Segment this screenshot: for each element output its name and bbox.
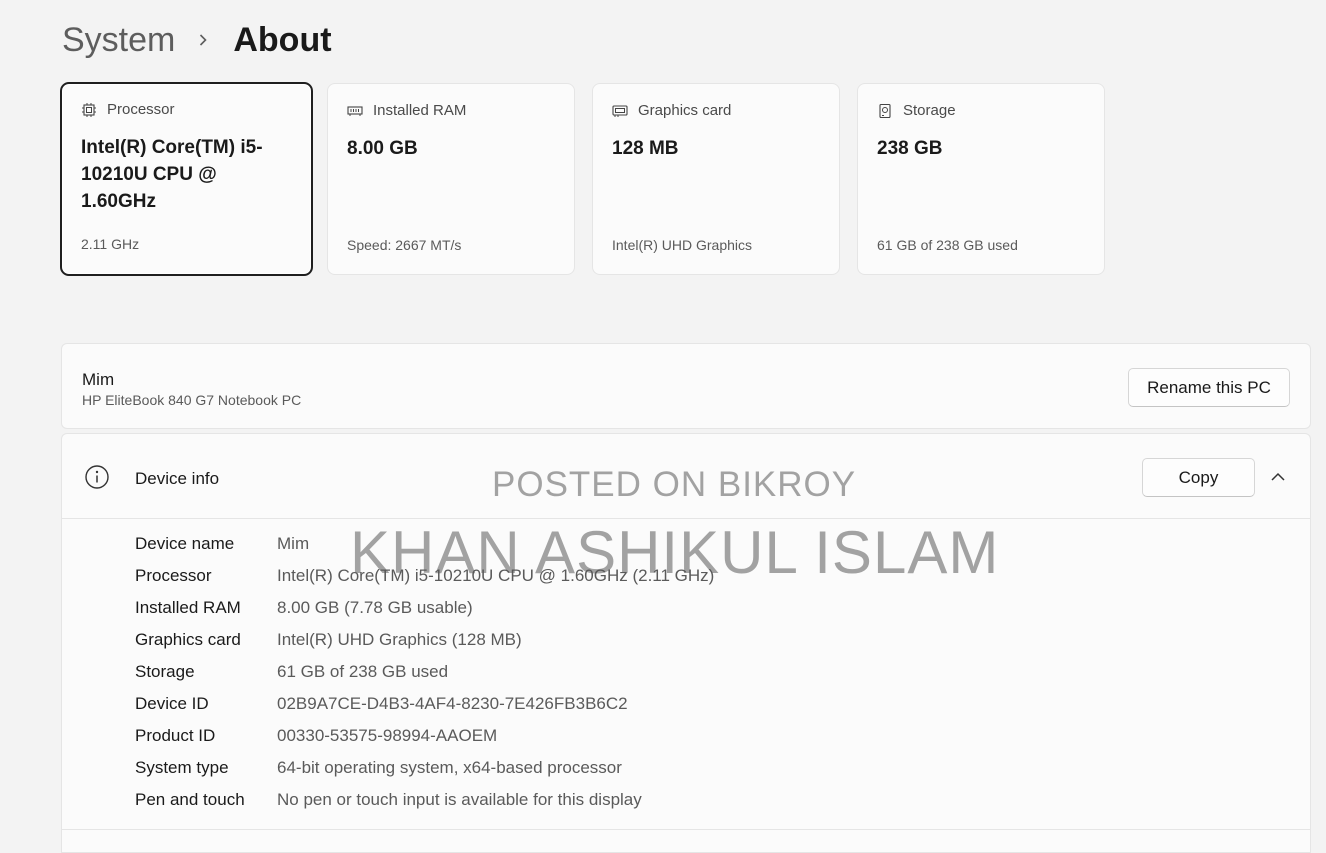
chevron-right-icon [200,34,207,46]
spec-label: Installed RAM [135,598,241,617]
spec-value: Mim [277,534,310,553]
spec-label: System type [135,758,229,777]
copy-button[interactable]: Copy [1142,458,1255,497]
card-value: Intel(R) Core(TM) i5-10210U CPU @ 1.60GH… [81,137,263,212]
spec-label: Graphics card [135,630,241,649]
spec-row-installed-ram: Installed RAM 8.00 GB (7.78 GB usable) [135,592,473,624]
processor-card[interactable]: Processor Intel(R) Core(TM) i5-10210U CP… [60,82,313,276]
spec-row-system-type: System type 64-bit operating system, x64… [135,752,622,784]
breadcrumb: System About [62,14,332,66]
spec-label: Processor [135,566,212,585]
spec-row-device-name: Device name Mim [135,528,309,560]
graphics-card-card[interactable]: Graphics card 128 MB Intel(R) UHD Graphi… [592,83,840,275]
card-subtext: Speed: 2667 MT/s [347,237,462,253]
pc-model: HP EliteBook 840 G7 Notebook PC [82,392,302,408]
spec-label: Device ID [135,694,209,713]
storage-icon [879,103,891,118]
spec-row-processor: Processor Intel(R) Core(TM) i5-10210U CP… [135,560,714,592]
rename-pc-button[interactable]: Rename this PC [1128,368,1290,407]
card-subtext: Intel(R) UHD Graphics [612,237,753,253]
graphics-card-icon [612,104,628,117]
spec-label: Product ID [135,726,216,745]
card-title: Processor [107,101,175,118]
ram-card[interactable]: Installed RAM 8.00 GB Speed: 2667 MT/s [327,83,575,275]
spec-value: 61 GB of 238 GB used [277,662,449,681]
device-info-header[interactable]: Device info Copy [62,434,1310,519]
spec-value: 02B9A7CE-D4B3-4AF4-8230-7E426FB3B6C2 [277,694,628,713]
card-title: Storage [903,102,956,119]
ram-icon [347,105,363,116]
page-title: About [233,20,332,59]
spec-value: Intel(R) UHD Graphics (128 MB) [277,630,522,649]
spec-row-graphics-card: Graphics card Intel(R) UHD Graphics (128… [135,624,522,656]
divider [62,829,1310,830]
processor-icon [82,102,96,117]
chevron-up-icon[interactable] [1269,468,1287,486]
breadcrumb-system-link[interactable]: System [62,21,175,60]
card-subtext: 2.11 GHz [81,236,140,252]
spec-row-pen-and-touch: Pen and touch No pen or touch input is a… [135,784,642,816]
spec-value: 64-bit operating system, x64-based proce… [277,758,622,777]
card-subtext: 61 GB of 238 GB used [877,237,1018,253]
spec-label: Device name [135,534,235,553]
spec-value: No pen or touch input is available for t… [277,790,642,809]
pc-name-panel: Mim HP EliteBook 840 G7 Notebook PC Rena… [61,343,1311,429]
info-icon [85,465,109,489]
device-info-panel: Device info Copy Device name Mim Process… [61,433,1311,853]
spec-value: Intel(R) Core(TM) i5-10210U CPU @ 1.60GH… [277,566,715,585]
spec-label: Storage [135,662,195,681]
spec-value: 8.00 GB (7.78 GB usable) [277,598,473,617]
spec-label: Pen and touch [135,790,245,809]
pc-name: Mim [82,370,115,389]
card-value: 238 GB [877,138,943,159]
card-value: 8.00 GB [347,138,418,159]
card-title: Installed RAM [373,102,467,119]
spec-row-product-id: Product ID 00330-53575-98994-AAOEM [135,720,497,752]
storage-card[interactable]: Storage 238 GB 61 GB of 238 GB used [857,83,1105,275]
spec-row-storage: Storage 61 GB of 238 GB used [135,656,448,688]
device-info-title: Device info [135,469,220,488]
card-value: 128 MB [612,138,679,159]
spec-row-device-id: Device ID 02B9A7CE-D4B3-4AF4-8230-7E426F… [135,688,628,720]
card-title: Graphics card [638,102,732,119]
spec-value: 00330-53575-98994-AAOEM [277,726,498,745]
